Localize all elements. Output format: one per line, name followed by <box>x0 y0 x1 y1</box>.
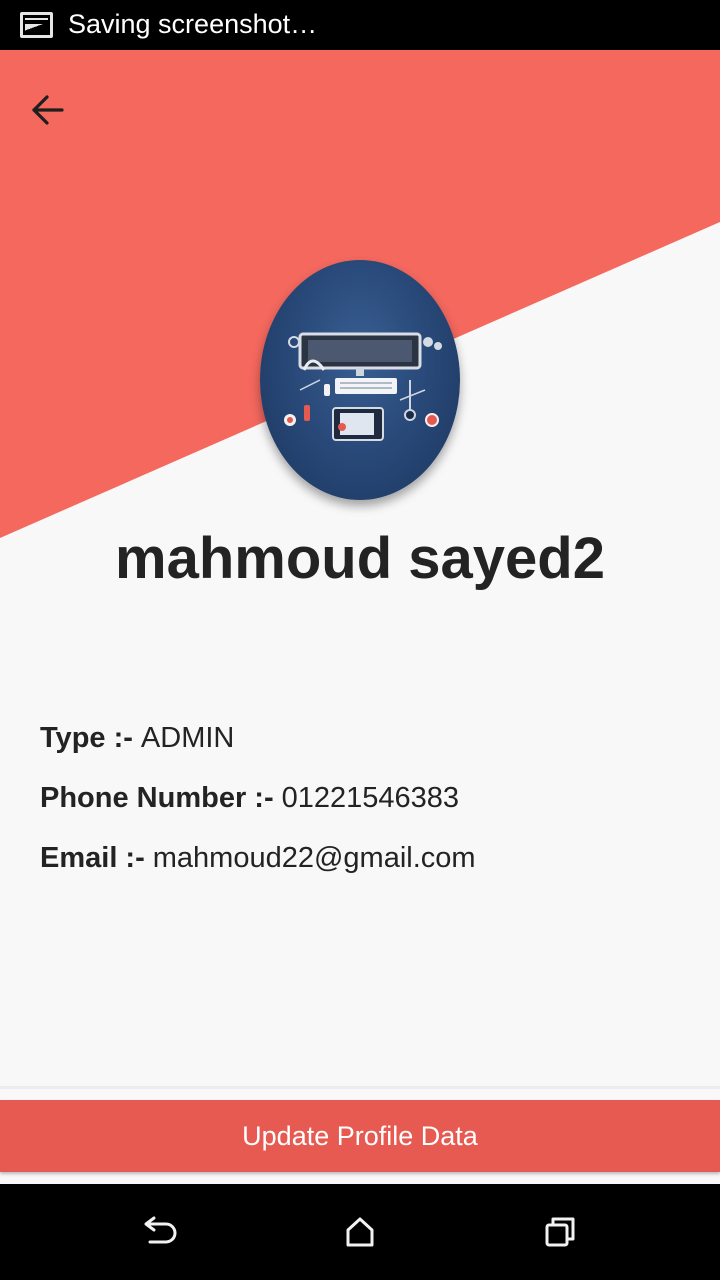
type-label: Type :- <box>40 722 133 754</box>
navigation-bar <box>0 1184 720 1280</box>
phone-label: Phone Number :- <box>40 782 274 814</box>
arrow-left-icon <box>32 95 64 125</box>
email-label: Email :- <box>40 842 145 874</box>
nav-recents-button[interactable] <box>535 1207 585 1257</box>
nav-recents-icon <box>545 1217 575 1247</box>
nav-back-button[interactable] <box>135 1207 185 1257</box>
profile-avatar[interactable] <box>260 260 460 500</box>
nav-back-icon <box>144 1216 177 1244</box>
divider <box>0 1086 720 1089</box>
profile-screen: mahmoud sayed2 Type :- ADMIN Phone Number… <box>0 50 720 1184</box>
email-row: Email :- mahmoud22@gmail.com <box>40 842 476 875</box>
status-bar: Saving screenshot… <box>0 0 720 50</box>
update-profile-button[interactable]: Update Profile Data <box>0 1100 720 1172</box>
phone-value: 01221546383 <box>281 782 460 814</box>
back-button[interactable] <box>18 80 78 140</box>
profile-name: mahmoud sayed2 <box>115 526 605 591</box>
workspace-illustration-avatar <box>284 332 442 441</box>
type-row: Type :- ADMIN <box>40 722 234 755</box>
phone-row: Phone Number :- 01221546383 <box>40 782 459 815</box>
nav-home-button[interactable] <box>335 1207 385 1257</box>
screenshot-image-icon <box>20 12 53 38</box>
type-value: ADMIN <box>140 722 235 754</box>
nav-home-icon <box>346 1217 374 1247</box>
email-value: mahmoud22@gmail.com <box>152 842 476 874</box>
status-text: Saving screenshot… <box>68 9 318 39</box>
